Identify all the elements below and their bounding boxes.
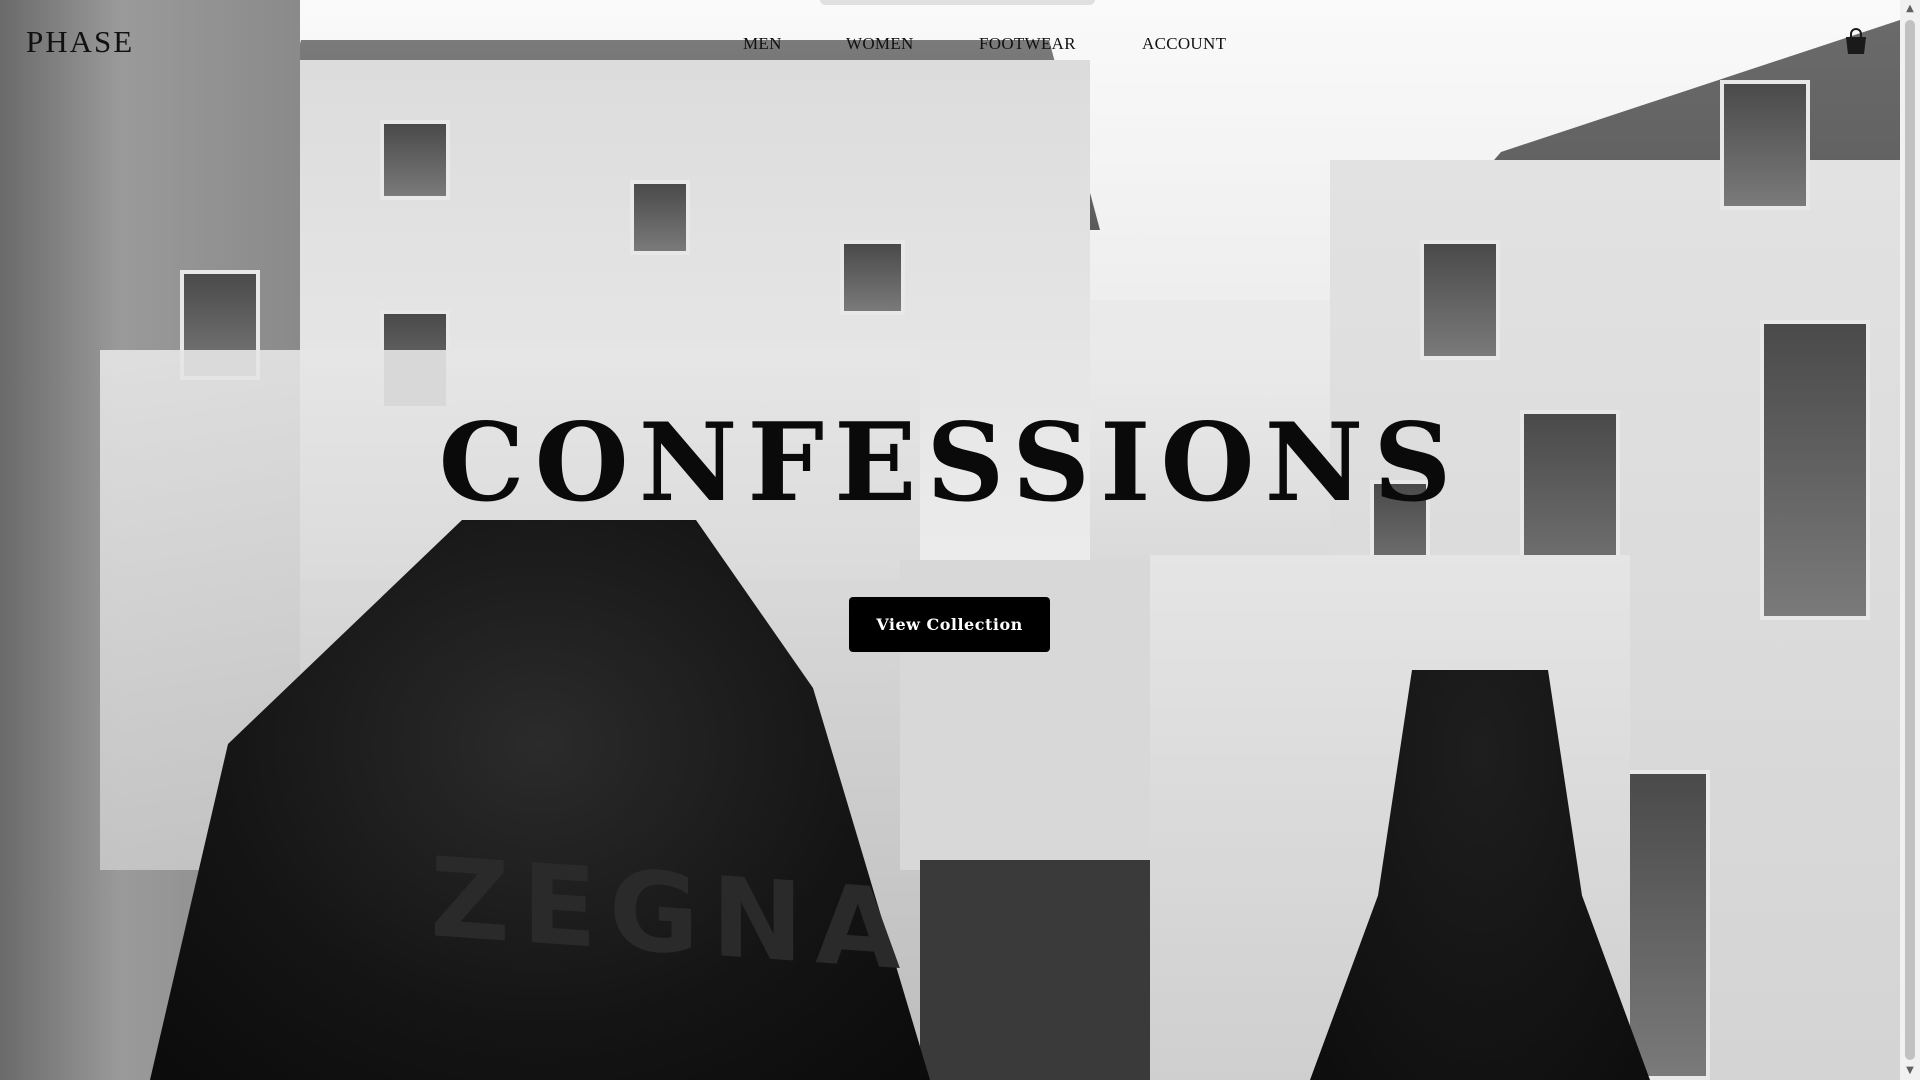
vertical-scrollbar[interactable]: ▲ ▼ bbox=[1900, 0, 1920, 1080]
building-window bbox=[1420, 240, 1500, 360]
nav-item-men[interactable]: MEN bbox=[743, 34, 782, 54]
nav-item-account[interactable]: ACCOUNT bbox=[1142, 34, 1226, 54]
building-window bbox=[1720, 80, 1810, 210]
main-navigation: MEN WOMEN FOOTWEAR ACCOUNT bbox=[0, 34, 1900, 58]
hero-background-image: ZEGNA bbox=[0, 0, 1900, 1080]
building-window bbox=[380, 120, 450, 200]
view-collection-button[interactable]: View Collection bbox=[849, 597, 1050, 652]
shopping-bag-icon[interactable] bbox=[1843, 28, 1869, 56]
nav-item-women[interactable]: WOMEN bbox=[846, 34, 914, 54]
scrollbar-thumb[interactable] bbox=[1905, 20, 1915, 1060]
nav-item-footwear[interactable]: FOOTWEAR bbox=[979, 34, 1076, 54]
shopping-bag-icon-graphic bbox=[1846, 28, 1866, 54]
scroll-down-arrow-icon[interactable]: ▼ bbox=[1900, 1062, 1920, 1080]
building-window bbox=[630, 180, 690, 255]
courtyard-opening bbox=[920, 860, 1160, 1080]
building-window bbox=[840, 240, 905, 315]
scroll-up-arrow-icon[interactable]: ▲ bbox=[1900, 0, 1920, 18]
top-edge-tab bbox=[820, 0, 1095, 5]
hero-headline: CONFESSIONS bbox=[438, 400, 1462, 526]
